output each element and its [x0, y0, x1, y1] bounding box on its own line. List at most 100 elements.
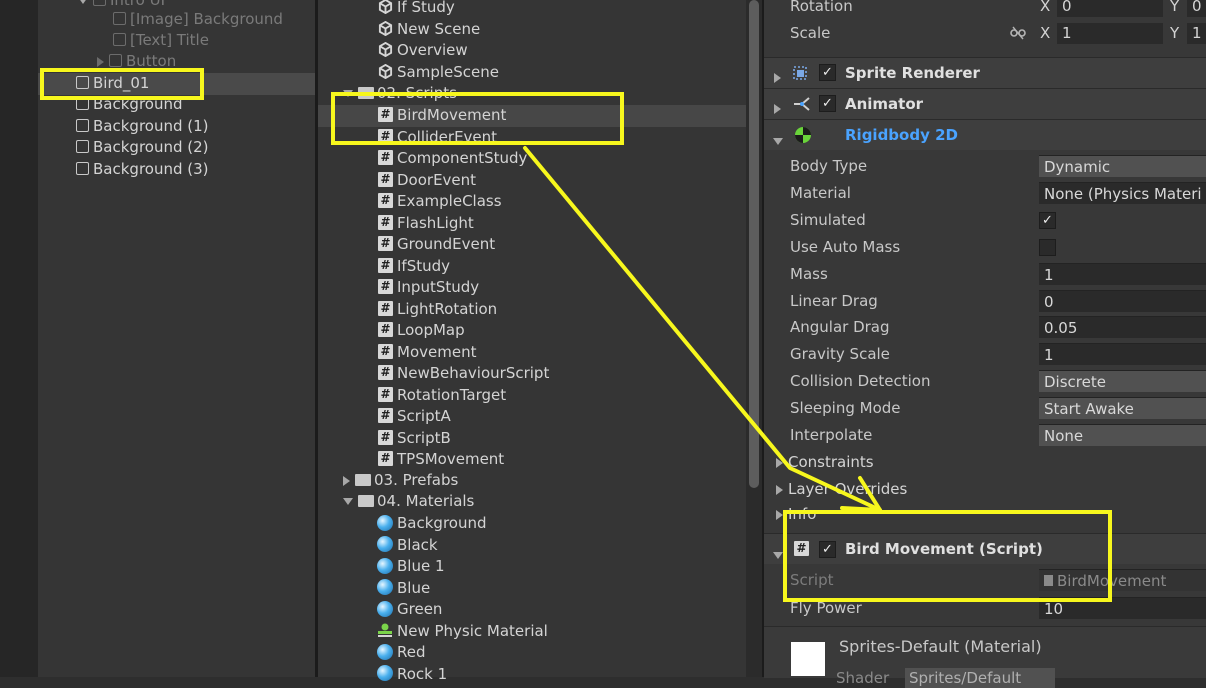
project-script-item[interactable]: # NewBehaviourScript	[378, 363, 549, 384]
component-title: Sprite Renderer	[845, 64, 980, 82]
expand-arrow-icon[interactable]	[343, 475, 350, 486]
project-script-item[interactable]: # DoorEvent	[378, 170, 476, 191]
csharp-script-icon: #	[378, 236, 393, 251]
hierarchy-item[interactable]: [Text] Title	[113, 30, 209, 51]
csharp-script-icon: #	[378, 193, 393, 208]
rigidbody-field-input[interactable]: 1	[1039, 343, 1206, 366]
project-folder-prefabs[interactable]: 03. Prefabs	[343, 470, 458, 491]
csharp-script-icon: #	[378, 214, 393, 230]
animator-header[interactable]: ✓ Animator	[764, 88, 1206, 119]
rotation-x-label[interactable]: X	[1040, 0, 1050, 17]
material-icon	[377, 514, 393, 531]
project-script-item[interactable]: # ExampleClass	[378, 191, 502, 212]
project-script-item[interactable]: # ComponentStudy	[378, 148, 527, 169]
rotation-x-field[interactable]: 0	[1057, 0, 1163, 17]
sprite-renderer-icon	[793, 66, 807, 80]
project-script-item[interactable]: # LoopMap	[378, 320, 465, 341]
gameobject-icon	[93, 0, 106, 6]
expand-arrow-icon[interactable]	[97, 56, 104, 67]
animator-enabled-checkbox[interactable]: ✓	[819, 95, 836, 112]
rigidbody-field-label: Angular Drag	[790, 318, 890, 337]
rigidbody-field-input[interactable]: None (Physics Materi	[1039, 181, 1206, 204]
material-icon	[377, 643, 393, 660]
hierarchy-item[interactable]: Background (2)	[76, 137, 209, 158]
project-scene-item[interactable]: SampleScene	[378, 62, 499, 83]
material-icon	[377, 600, 393, 617]
rigidbody-field-label: Material	[790, 183, 851, 202]
rigidbody-field-input[interactable]: 1	[1039, 262, 1206, 285]
rigidbody-dropdown[interactable]: Start Awake	[1039, 397, 1206, 420]
gameobject-icon	[76, 162, 89, 175]
rigidbody-checkbox[interactable]: ✓	[1039, 211, 1056, 229]
sprite-renderer-enabled-checkbox[interactable]: ✓	[819, 64, 836, 81]
sprite-renderer-header[interactable]: ✓ Sprite Renderer	[764, 57, 1206, 88]
rigidbody-dropdown[interactable]: Dynamic	[1039, 155, 1206, 177]
project-scene-item[interactable]: New Scene	[378, 19, 480, 40]
project-scrollbar-thumb[interactable]	[749, 0, 759, 488]
gameobject-icon	[76, 140, 89, 153]
csharp-script-icon: #	[378, 429, 393, 445]
hierarchy-item[interactable]: Background (1)	[76, 116, 209, 137]
constraints-foldout[interactable]: Constraints	[776, 451, 874, 473]
project-scene-item[interactable]: If Study	[378, 0, 455, 18]
scale-y-label[interactable]: Y	[1170, 22, 1179, 44]
foldout-arrow-icon[interactable]	[773, 132, 788, 150]
highlight-box-bird-movement-component	[783, 510, 1112, 602]
project-script-item[interactable]: # GroundEvent	[378, 234, 495, 255]
rigidbody-field-label: Body Type	[790, 157, 868, 175]
project-material-item[interactable]: Rock 1	[377, 664, 447, 685]
csharp-script-icon: #	[378, 408, 393, 423]
scale-x-label[interactable]: X	[1040, 22, 1050, 44]
foldout-arrow-icon[interactable]	[776, 484, 783, 495]
foldout-arrow-icon[interactable]	[774, 68, 786, 86]
project-material-item[interactable]: Green	[377, 599, 442, 620]
project-script-item[interactable]: # IfStudy	[378, 256, 450, 277]
foldout-arrow-icon[interactable]	[774, 99, 786, 117]
expand-arrow-icon[interactable]	[343, 498, 353, 505]
gameobject-icon	[113, 33, 126, 46]
scale-y-field[interactable]: 1	[1187, 23, 1206, 44]
project-script-item[interactable]: # Movement	[378, 342, 476, 363]
shader-dropdown[interactable]: Sprites/Default	[905, 668, 1055, 688]
csharp-script-icon: #	[378, 386, 393, 402]
expand-arrow-icon[interactable]	[78, 0, 88, 4]
hierarchy-item[interactable]: [Image] Background	[113, 9, 283, 30]
project-script-item[interactable]: # InputStudy	[378, 277, 479, 298]
material-icon	[377, 579, 393, 595]
project-material-item[interactable]: Black	[377, 535, 438, 556]
scale-label: Scale	[790, 24, 831, 42]
foldout-arrow-icon[interactable]	[776, 509, 783, 520]
rotation-y-label[interactable]: Y	[1170, 0, 1179, 17]
rigidbody-field-input[interactable]: 0	[1039, 289, 1206, 312]
material-icon	[377, 536, 393, 552]
project-material-item[interactable]: Blue	[377, 578, 430, 599]
rigidbody-dropdown[interactable]: None	[1039, 424, 1206, 446]
project-script-item[interactable]: # TPSMovement	[378, 449, 504, 470]
project-material-item[interactable]: Background	[377, 513, 487, 534]
rigidbody2d-header[interactable]: Rigidbody 2D	[764, 119, 1206, 150]
project-script-item[interactable]: # ScriptA	[378, 406, 451, 427]
scale-x-field[interactable]: 1	[1057, 23, 1163, 44]
foldout-arrow-icon[interactable]	[776, 457, 783, 468]
project-script-item[interactable]: # RotationTarget	[378, 385, 506, 406]
csharp-script-icon: #	[378, 300, 393, 316]
project-material-item[interactable]: Blue 1	[377, 556, 445, 577]
project-script-item[interactable]: # LightRotation	[378, 299, 497, 320]
rigidbody-checkbox[interactable]	[1039, 238, 1056, 256]
project-scene-item[interactable]: Overview	[378, 40, 468, 61]
rigidbody-dropdown[interactable]: Discrete	[1039, 370, 1206, 393]
csharp-script-icon: #	[378, 451, 393, 466]
project-script-item[interactable]: # ScriptB	[378, 428, 451, 449]
project-script-item[interactable]: # FlashLight	[378, 213, 474, 234]
rigidbody-field-label: Collision Detection	[790, 372, 931, 391]
project-material-item[interactable]: New Physic Material	[377, 621, 548, 642]
hierarchy-item[interactable]: Background (3)	[76, 159, 209, 180]
rotation-y-field[interactable]: 0	[1187, 0, 1206, 17]
project-material-item[interactable]: Red	[377, 642, 426, 663]
material-title: Sprites-Default (Material)	[839, 637, 1042, 656]
rigidbody-field-input[interactable]: 0.05	[1039, 316, 1206, 339]
unlink-icon[interactable]	[1010, 26, 1026, 40]
rigidbody-icon	[795, 127, 811, 143]
project-folder-materials[interactable]: 04. Materials	[343, 491, 474, 512]
layer-overrides-foldout[interactable]: Layer Overrides	[776, 478, 907, 500]
